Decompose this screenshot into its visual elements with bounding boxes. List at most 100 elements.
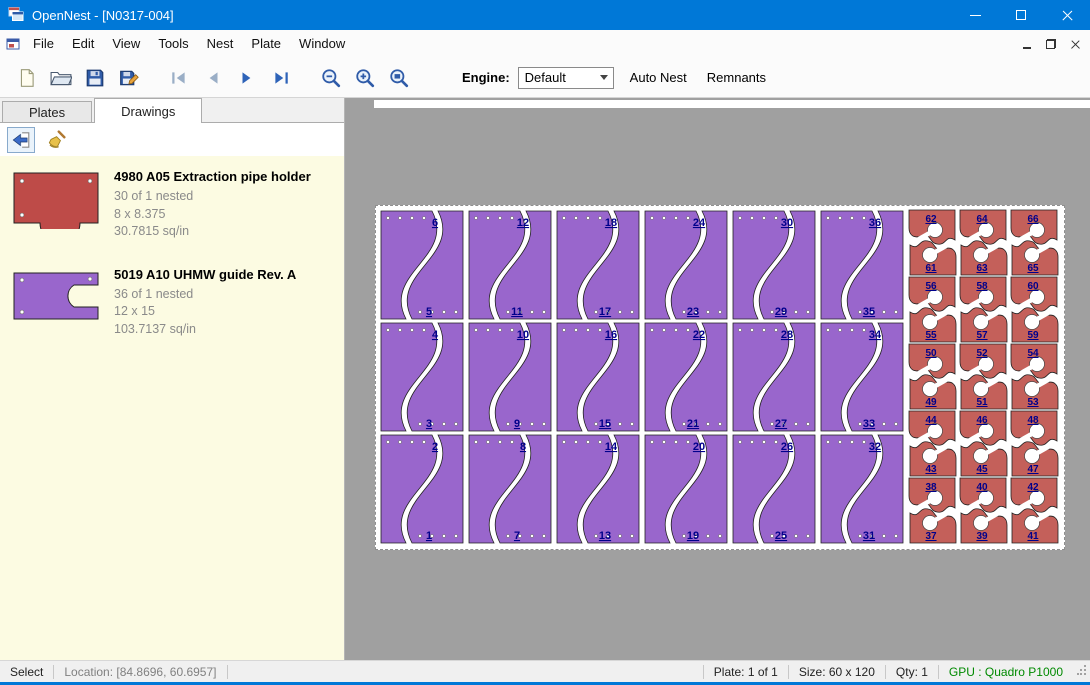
open-button[interactable] xyxy=(44,62,78,94)
next-arrow-icon xyxy=(238,69,256,87)
import-drawing-button[interactable] xyxy=(7,127,35,153)
status-mode: Select xyxy=(0,665,53,679)
nav-prev-button[interactable] xyxy=(196,62,230,94)
menu-item-file[interactable]: File xyxy=(24,30,63,58)
tab-plates[interactable]: Plates xyxy=(2,101,92,122)
svg-text:20: 20 xyxy=(693,441,705,453)
nested-part-pair-red[interactable]: 62 61 xyxy=(907,209,958,276)
svg-text:24: 24 xyxy=(693,217,706,229)
mdi-restore-button[interactable] xyxy=(1040,34,1062,54)
svg-text:28: 28 xyxy=(781,329,793,341)
nested-part-pair-red[interactable]: 66 65 xyxy=(1009,209,1060,276)
nest-canvas[interactable]: 6 5 12 11 18 17 24 23 30 29 xyxy=(345,98,1090,660)
svg-text:39: 39 xyxy=(976,531,988,542)
svg-text:21: 21 xyxy=(687,418,699,430)
nested-part-pair-red[interactable]: 52 51 xyxy=(958,343,1009,410)
mdi-minimize-button[interactable] xyxy=(1016,34,1038,54)
svg-text:31: 31 xyxy=(863,530,875,542)
nested-part-pair-purple[interactable]: 34 33 xyxy=(818,321,906,433)
resize-grip[interactable] xyxy=(1077,664,1087,679)
menu-item-plate[interactable]: Plate xyxy=(242,30,290,58)
nested-part-pair-red[interactable]: 56 55 xyxy=(907,276,958,343)
nested-part-pair-purple[interactable]: 16 15 xyxy=(554,321,642,433)
zoom-in-button[interactable] xyxy=(348,62,382,94)
svg-text:13: 13 xyxy=(599,530,611,542)
menu-item-nest[interactable]: Nest xyxy=(198,30,243,58)
svg-text:62: 62 xyxy=(925,214,937,225)
tab-drawings[interactable]: Drawings xyxy=(94,98,202,123)
nested-part-pair-red[interactable]: 48 47 xyxy=(1009,410,1060,477)
svg-text:63: 63 xyxy=(976,263,988,274)
menu-item-tools[interactable]: Tools xyxy=(149,30,197,58)
engine-select[interactable]: Default xyxy=(518,67,614,89)
nested-part-pair-purple[interactable]: 26 25 xyxy=(730,433,818,545)
save-icon xyxy=(85,68,105,88)
nested-part-pair-purple[interactable]: 12 11 xyxy=(466,209,554,321)
menu-item-view[interactable]: View xyxy=(103,30,149,58)
drawing-list-item[interactable]: 4980 A05 Extraction pipe holder 30 of 1 … xyxy=(0,162,344,246)
nested-part-pair-purple[interactable]: 4 3 xyxy=(378,321,466,433)
nested-part-pair-purple[interactable]: 20 19 xyxy=(642,433,730,545)
zoom-out-button[interactable] xyxy=(314,62,348,94)
drawing-size: 8 x 8.375 xyxy=(114,206,311,224)
nested-part-pair-purple[interactable]: 18 17 xyxy=(554,209,642,321)
nested-part-pair-purple[interactable]: 36 35 xyxy=(818,209,906,321)
zoom-fit-button[interactable] xyxy=(382,62,416,94)
clear-drawings-button[interactable] xyxy=(42,127,70,153)
nested-part-pair-red[interactable]: 40 39 xyxy=(958,477,1009,544)
save-button[interactable] xyxy=(78,62,112,94)
svg-text:1: 1 xyxy=(426,530,432,542)
drawing-nested-count: 36 of 1 nested xyxy=(114,286,296,304)
nested-part-pair-purple[interactable]: 28 27 xyxy=(730,321,818,433)
svg-text:11: 11 xyxy=(511,306,523,318)
drawing-list-item[interactable]: 5019 A10 UHMW guide Rev. A 36 of 1 neste… xyxy=(0,260,344,344)
new-button[interactable] xyxy=(10,62,44,94)
mdi-close-button[interactable] xyxy=(1064,34,1086,54)
nested-part-pair-red[interactable]: 60 59 xyxy=(1009,276,1060,343)
nav-last-button[interactable] xyxy=(264,62,298,94)
nested-part-pair-red[interactable]: 46 45 xyxy=(958,410,1009,477)
svg-text:41: 41 xyxy=(1027,531,1039,542)
svg-text:17: 17 xyxy=(599,306,611,318)
nested-part-pair-purple[interactable]: 10 9 xyxy=(466,321,554,433)
nested-part-pair-purple[interactable]: 30 29 xyxy=(730,209,818,321)
svg-text:36: 36 xyxy=(869,217,881,229)
menu-item-edit[interactable]: Edit xyxy=(63,30,103,58)
remnants-button[interactable]: Remnants xyxy=(697,70,776,85)
minimize-button[interactable] xyxy=(952,0,998,30)
nested-part-pair-red[interactable]: 50 49 xyxy=(907,343,958,410)
svg-text:42: 42 xyxy=(1027,482,1039,493)
svg-text:3: 3 xyxy=(426,418,432,430)
nested-part-pair-red[interactable]: 42 41 xyxy=(1009,477,1060,544)
status-plate: Plate: 1 of 1 xyxy=(704,665,788,679)
maximize-button[interactable] xyxy=(998,0,1044,30)
nav-next-button[interactable] xyxy=(230,62,264,94)
svg-text:43: 43 xyxy=(925,464,937,475)
nested-part-pair-purple[interactable]: 24 23 xyxy=(642,209,730,321)
prev-arrow-icon xyxy=(204,69,222,87)
nested-part-pair-purple[interactable]: 14 13 xyxy=(554,433,642,545)
nested-part-pair-red[interactable]: 38 37 xyxy=(907,477,958,544)
nested-part-pair-red[interactable]: 54 53 xyxy=(1009,343,1060,410)
title-bar[interactable]: OpenNest - [N0317-004] xyxy=(0,0,1090,30)
nested-part-pair-purple[interactable]: 32 31 xyxy=(818,433,906,545)
nested-part-pair-red[interactable]: 58 57 xyxy=(958,276,1009,343)
nested-part-pair-purple[interactable]: 22 21 xyxy=(642,321,730,433)
nav-first-button[interactable] xyxy=(162,62,196,94)
nested-part-pair-red[interactable]: 44 43 xyxy=(907,410,958,477)
nested-part-pair-red[interactable]: 64 63 xyxy=(958,209,1009,276)
window-title: OpenNest - [N0317-004] xyxy=(32,8,174,23)
auto-nest-button[interactable]: Auto Nest xyxy=(620,70,697,85)
plate[interactable]: 6 5 12 11 18 17 24 23 30 29 xyxy=(375,205,1065,550)
last-arrow-icon xyxy=(272,69,290,87)
svg-text:65: 65 xyxy=(1027,263,1039,274)
nested-part-pair-purple[interactable]: 8 7 xyxy=(466,433,554,545)
svg-text:66: 66 xyxy=(1027,214,1039,225)
svg-text:18: 18 xyxy=(605,217,617,229)
side-panel: Plates Drawings 4980 A05 xyxy=(0,98,345,660)
save-as-button[interactable] xyxy=(112,62,146,94)
nested-part-pair-purple[interactable]: 2 1 xyxy=(378,433,466,545)
nested-part-pair-purple[interactable]: 6 5 xyxy=(378,209,466,321)
menu-item-window[interactable]: Window xyxy=(290,30,354,58)
close-button[interactable] xyxy=(1044,0,1090,30)
